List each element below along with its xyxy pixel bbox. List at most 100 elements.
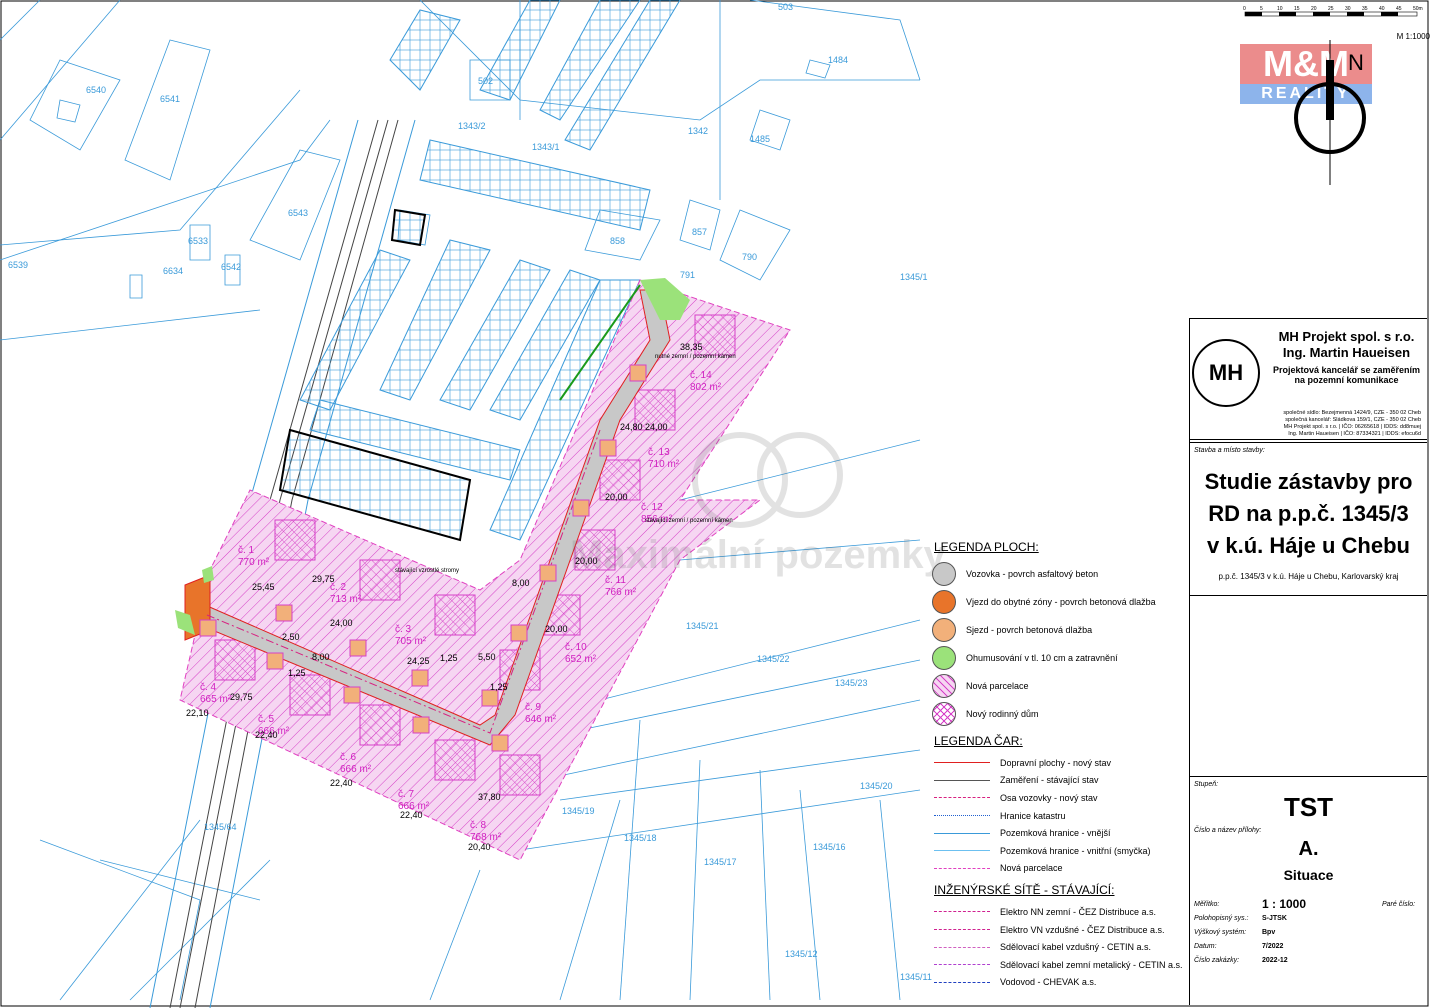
scale-tick-label: 25 bbox=[1328, 6, 1334, 12]
scale-tick-label: 20 bbox=[1311, 6, 1317, 12]
cadastral-parcel-label: 790 bbox=[742, 252, 757, 262]
zakazka-value: 2022-12 bbox=[1262, 956, 1288, 964]
company-address-1: společné sídlo: Bezejmenná 1424/9, CZE -… bbox=[1283, 410, 1421, 416]
company-name: MH Projekt spol. s r.o. bbox=[1278, 329, 1415, 344]
map-note-label: stávající zemní / pozemní kámen bbox=[645, 518, 733, 524]
datum-value: 7/2022 bbox=[1262, 942, 1284, 950]
cadastral-parcel-label: 6543 bbox=[288, 208, 308, 218]
parcel-number-6: č. 6 bbox=[340, 752, 357, 763]
cadastral-parcel-label: 1345/11 bbox=[900, 972, 932, 982]
company-logo-icon: MH bbox=[1192, 339, 1260, 407]
svg-text:N: N bbox=[1348, 50, 1364, 75]
cadastral-parcel-label: 1345/18 bbox=[624, 833, 657, 843]
cadastral-parcel-label: 1345/21 bbox=[686, 621, 719, 631]
parcel-area-14: 802 m² bbox=[690, 382, 722, 393]
legend-line-label: Elektro VN vzdušné - ČEZ Distribuce a.s. bbox=[1000, 924, 1165, 935]
cadastral-parcel-label: 1345/17 bbox=[704, 857, 737, 867]
company-desc-2: na pozemní komunikace bbox=[1294, 375, 1399, 385]
legend-line-item: Hranice katastru bbox=[930, 807, 1190, 825]
legend-area-label: Vjezd do obytné zóny - povrch betonová d… bbox=[966, 597, 1156, 607]
dimension-label: 1,25 bbox=[440, 653, 458, 663]
dimension-label: 24,80 bbox=[620, 422, 643, 432]
legend-area-label: Nový rodinný dům bbox=[966, 709, 1039, 719]
vyskovy-label: Výškový systém: bbox=[1194, 928, 1247, 936]
legend-area-label: Vozovka - povrch asfaltový beton bbox=[966, 569, 1099, 579]
parcel-number-8: č. 8 bbox=[470, 820, 487, 831]
company-address-3: MH Projekt spol. s r.o. | IČO: 06265618 … bbox=[1283, 424, 1421, 430]
parcel-number-10: č. 10 bbox=[565, 642, 587, 653]
cadastral-parcel-label: 6539 bbox=[8, 260, 28, 270]
parcel-area-9: 646 m² bbox=[525, 714, 557, 725]
dimension-label: 24,25 bbox=[407, 656, 430, 666]
dimension-label: 20,00 bbox=[605, 492, 628, 502]
parcel-number-11: č. 11 bbox=[605, 575, 626, 586]
scale-tick-label: 40 bbox=[1379, 6, 1385, 12]
legend-area-item: Nová parcelace bbox=[930, 672, 1190, 700]
parcel-number-13: č. 13 bbox=[648, 447, 670, 458]
cadastral-parcel-label: 1343/2 bbox=[458, 121, 486, 131]
cadastral-parcel-label: 6541 bbox=[160, 94, 180, 104]
legend-swatch-icon bbox=[932, 702, 956, 726]
legend-line-item: Osa vozovky - nový stav bbox=[930, 789, 1190, 807]
legend-line-sample-icon bbox=[934, 762, 990, 764]
cadastral-parcel-label: 1345/1 bbox=[900, 272, 928, 282]
cadastral-parcel-label: 1345/20 bbox=[860, 781, 893, 791]
priloha-value: A. bbox=[1298, 838, 1319, 860]
dimension-label: 8,00 bbox=[512, 578, 530, 588]
cadastral-parcel-label: 6542 bbox=[221, 262, 241, 272]
legend-network-item: Elektro VN vzdušné - ČEZ Distribuce a.s. bbox=[930, 921, 1190, 939]
cadastral-parcel-label: 1345/12 bbox=[785, 949, 818, 959]
parcel-area-6: 666 m² bbox=[340, 764, 372, 775]
parcel-area-11: 766 m² bbox=[605, 587, 637, 598]
dimension-label: 1,25 bbox=[288, 668, 306, 678]
legend-line-label: Pozemková hranice - vnitřní (smyčka) bbox=[1000, 845, 1151, 856]
watermark-text: Maximální pozemky bbox=[570, 533, 946, 577]
company-desc-1: Projektová kancelář se zaměřením bbox=[1272, 365, 1421, 375]
cadastral-parcel-label: 1343/1 bbox=[532, 142, 560, 152]
scale-tick-label: 45 bbox=[1396, 6, 1402, 12]
dimension-label: 20,00 bbox=[575, 556, 598, 566]
cadastral-parcel-label: 503 bbox=[778, 2, 793, 12]
legend-line-label: Vodovod - CHEVAK a.s. bbox=[1000, 977, 1097, 988]
title-block: MH MH Projekt spol. s r.o. Ing. Martin H… bbox=[1189, 318, 1427, 1005]
dimension-label: 1,25 bbox=[490, 682, 508, 692]
dimension-label: 22,40 bbox=[255, 730, 278, 740]
dimension-label: 22,40 bbox=[330, 778, 353, 788]
parcel-area-13: 710 m² bbox=[648, 459, 680, 470]
legend-area-label: Sjezd - povrch betonová dlažba bbox=[966, 625, 1093, 635]
datum-label: Datum: bbox=[1194, 942, 1217, 950]
company-address-4: Ing. Martin Haueisen | IČO: 87334321 | I… bbox=[1288, 431, 1421, 437]
priloha-name: Situace bbox=[1283, 867, 1334, 883]
legend-swatch-icon bbox=[932, 618, 956, 642]
legend-area-item: Vozovka - povrch asfaltový beton bbox=[930, 560, 1190, 588]
legend-area-item: Sjezd - povrch betonová dlažba bbox=[930, 616, 1190, 644]
legend-line-item: Pozemková hranice - vnitřní (smyčka) bbox=[930, 842, 1190, 860]
stupen-label: Stupeň: bbox=[1194, 781, 1219, 788]
parcel-area-1: 770 m² bbox=[238, 557, 270, 568]
dimension-label: 20,40 bbox=[468, 842, 491, 852]
company-engineer: Ing. Martin Haueisen bbox=[1282, 345, 1411, 360]
dimension-label: 25,45 bbox=[252, 582, 275, 592]
legend-area-item: Vjezd do obytné zóny - povrch betonová d… bbox=[930, 588, 1190, 616]
parcel-area-2: 713 m² bbox=[330, 594, 362, 605]
legend-area-item: Ohumusování v tl. 10 cm a zatravnění bbox=[930, 644, 1190, 672]
legend-line-label: Hranice katastru bbox=[1000, 810, 1066, 821]
cadastral-parcel-label: 1345/64 bbox=[204, 822, 237, 832]
cadastral-parcel-label: 1484 bbox=[828, 55, 848, 65]
stavba-label: Stavba a místo stavby: bbox=[1194, 447, 1265, 454]
dimension-label: 5,50 bbox=[478, 652, 496, 662]
parcel-area-3: 705 m² bbox=[395, 636, 427, 647]
polohopis-label: Polohopisný sys.: bbox=[1194, 914, 1249, 922]
cadastral-parcel-label: 1345/16 bbox=[813, 842, 846, 852]
legend-line-sample-icon bbox=[934, 981, 990, 983]
scale-tick-label: 15 bbox=[1294, 6, 1300, 12]
legend-swatch-icon bbox=[932, 562, 956, 586]
legend-line-sample-icon bbox=[934, 911, 990, 913]
priloha-label: Číslo a název přílohy: bbox=[1194, 827, 1262, 834]
legend-line-label: Elektro NN zemní - ČEZ Distribuce a.s. bbox=[1000, 906, 1157, 917]
map-note-label: stávající vzrostlé stromy bbox=[395, 568, 459, 574]
legend-line-label: Zaměření - stávající stav bbox=[1000, 775, 1099, 786]
cadastral-parcel-label: 1345/19 bbox=[562, 806, 595, 816]
cadastral-parcel-label: 1485 bbox=[750, 134, 770, 144]
project-title-1: Studie zástavby pro bbox=[1204, 469, 1413, 494]
